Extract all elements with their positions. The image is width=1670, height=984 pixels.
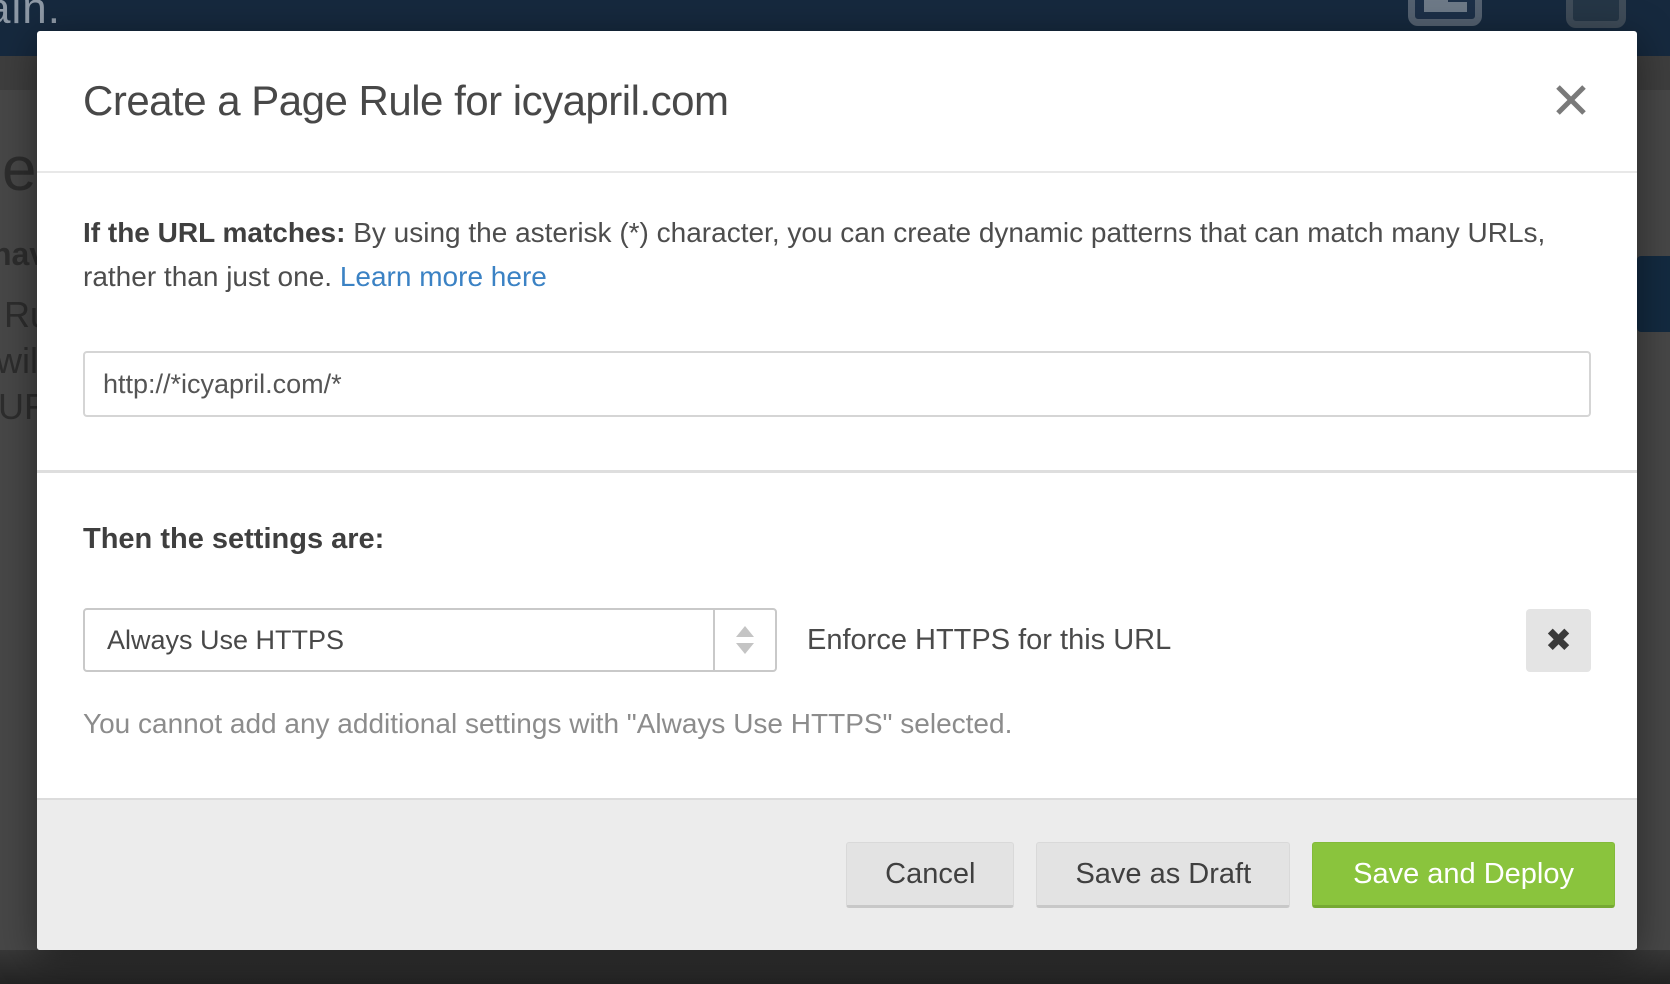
save-and-deploy-button[interactable]: Save and Deploy [1312, 842, 1615, 908]
close-button[interactable] [1551, 81, 1591, 121]
setting-row: Always Use HTTPS Enforce HTTPS for this … [83, 608, 1591, 672]
cancel-button[interactable]: Cancel [846, 842, 1014, 908]
stepper-down-icon [736, 643, 754, 654]
background-text-fragment: e [2, 134, 36, 205]
select-stepper[interactable] [713, 610, 775, 670]
save-as-draft-button[interactable]: Save as Draft [1036, 842, 1290, 908]
background-text-fragment: UR [0, 386, 37, 428]
remove-x-icon: ✖ [1545, 624, 1572, 656]
modal-footer: Cancel Save as Draft Save and Deploy [37, 798, 1637, 950]
settings-section: Then the settings are: Always Use HTTPS … [37, 473, 1637, 740]
background-text-fragment: nav [0, 236, 37, 273]
learn-more-link[interactable]: Learn more here [340, 261, 547, 292]
url-pattern-input[interactable] [83, 351, 1591, 417]
close-icon [1554, 83, 1588, 120]
url-match-section: If the URL matches: By using the asteris… [37, 173, 1637, 470]
create-page-rule-modal: Create a Page Rule for icyapril.com If t… [37, 31, 1637, 950]
background-text-fragment: Ru [4, 294, 37, 336]
remove-setting-button[interactable]: ✖ [1526, 609, 1591, 672]
modal-title: Create a Page Rule for icyapril.com [83, 77, 728, 125]
setting-select-value: Always Use HTTPS [85, 610, 713, 670]
url-match-description: If the URL matches: By using the asteris… [83, 211, 1563, 299]
settings-helper-text: You cannot add any additional settings w… [83, 708, 1591, 740]
url-match-label: If the URL matches: [83, 217, 345, 248]
layout-grid-icon [1408, 0, 1482, 26]
settings-heading: Then the settings are: [83, 523, 1591, 556]
modal-header: Create a Page Rule for icyapril.com [37, 31, 1637, 173]
background-topbar-text-fragment: ain. [0, 0, 61, 34]
setting-description: Enforce HTTPS for this URL [807, 624, 1171, 657]
background-bottom-strip [0, 950, 1670, 984]
account-icon [1566, 0, 1626, 28]
stepper-up-icon [736, 626, 754, 637]
background-partial-button [1637, 256, 1670, 332]
background-text-fragment: will [0, 340, 37, 382]
background-left-text-fragments: e nav Ru will UR [0, 56, 37, 950]
setting-select[interactable]: Always Use HTTPS [83, 608, 777, 672]
